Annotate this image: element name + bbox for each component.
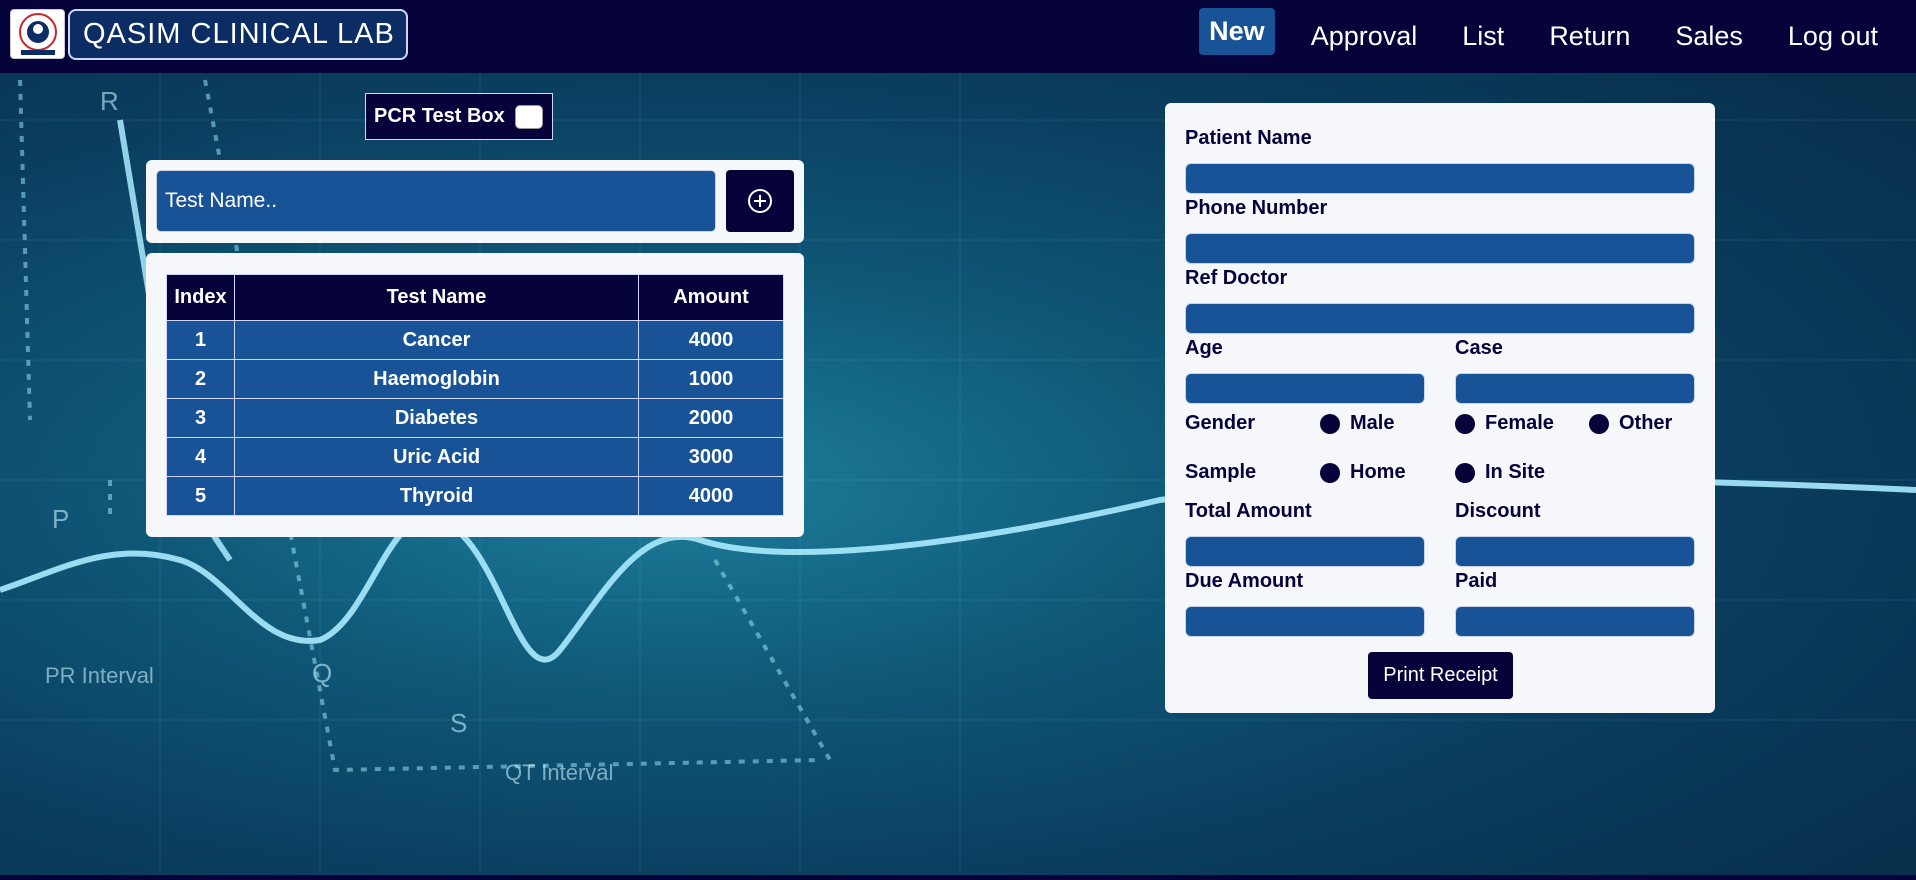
nav-logout[interactable]: Log out — [1788, 15, 1878, 58]
column-header-index: Index — [166, 274, 235, 321]
table-row[interactable]: 3 Diabetes 2000 — [166, 398, 784, 438]
row-test-name: Thyroid — [234, 476, 639, 516]
row-index: 4 — [166, 437, 235, 477]
row-amount: 4000 — [638, 476, 784, 516]
plus-circle-icon — [748, 189, 772, 213]
svg-text:PR Interval: PR Interval — [45, 663, 154, 688]
svg-text:S: S — [450, 708, 467, 738]
paid-label: Paid — [1455, 570, 1498, 592]
row-amount: 1000 — [638, 359, 784, 399]
print-receipt-button[interactable]: Print Receipt — [1368, 652, 1513, 699]
ref-doctor-label: Ref Doctor — [1185, 267, 1288, 289]
pcr-test-checkbox[interactable] — [514, 104, 543, 129]
tests-table: Index Test Name Amount 1 Cancer 4000 2 H… — [166, 274, 784, 516]
sample-label: Sample — [1185, 461, 1257, 483]
column-header-amount: Amount — [638, 274, 784, 321]
phone-number-field[interactable] — [1185, 233, 1695, 264]
nav-sales[interactable]: Sales — [1675, 15, 1743, 58]
lab-brand-title[interactable]: QASIM CLINICAL LAB — [68, 9, 408, 60]
table-row[interactable]: 2 Haemoglobin 1000 — [166, 359, 784, 399]
row-index: 1 — [166, 320, 235, 360]
row-test-name: Diabetes — [234, 398, 639, 438]
row-test-name: Haemoglobin — [234, 359, 639, 399]
add-test-button[interactable] — [726, 170, 794, 232]
sample-home-label: Home — [1350, 461, 1406, 483]
gender-female-label: Female — [1485, 412, 1554, 434]
patient-name-field[interactable] — [1185, 163, 1695, 194]
pcr-test-box: PCR Test Box — [365, 93, 553, 140]
gender-radio-other[interactable]: Other — [1589, 412, 1672, 435]
lab-logo — [10, 9, 65, 59]
phone-number-label: Phone Number — [1185, 197, 1328, 219]
table-header-row: Index Test Name Amount — [166, 274, 784, 321]
table-row[interactable]: 4 Uric Acid 3000 — [166, 437, 784, 477]
svg-text:Q: Q — [312, 658, 332, 688]
pcr-test-label: PCR Test Box — [374, 105, 505, 127]
due-amount-field[interactable] — [1185, 606, 1425, 637]
test-search-panel: Test Name.. — [146, 160, 804, 243]
tests-table-panel: Index Test Name Amount 1 Cancer 4000 2 H… — [146, 253, 804, 537]
paid-field[interactable] — [1455, 606, 1695, 637]
row-index: 5 — [166, 476, 235, 516]
row-amount: 2000 — [638, 398, 784, 438]
gender-radio-female[interactable]: Female — [1455, 412, 1554, 435]
main-nav: New Approval List Return Sales Log out — [1199, 0, 1916, 73]
top-navbar: QASIM CLINICAL LAB New Approval List Ret… — [0, 0, 1916, 73]
nav-list[interactable]: List — [1462, 15, 1504, 58]
radio-dot-icon — [1320, 462, 1340, 483]
row-test-name: Uric Acid — [234, 437, 639, 477]
due-amount-label: Due Amount — [1185, 570, 1304, 592]
table-row[interactable]: 1 Cancer 4000 — [166, 320, 784, 360]
gender-label: Gender — [1185, 412, 1256, 434]
patient-form-panel: Patient Name Phone Number Ref Doctor Age… — [1165, 103, 1715, 713]
ref-doctor-field[interactable] — [1185, 303, 1695, 334]
gender-other-label: Other — [1619, 412, 1673, 434]
case-label: Case — [1455, 337, 1503, 359]
row-test-name: Cancer — [234, 320, 639, 360]
row-amount: 4000 — [638, 320, 784, 360]
radio-dot-icon — [1455, 462, 1475, 483]
age-field[interactable] — [1185, 373, 1425, 404]
patient-name-label: Patient Name — [1185, 127, 1312, 149]
age-label: Age — [1185, 337, 1223, 359]
gender-radio-male[interactable]: Male — [1320, 412, 1394, 435]
radio-dot-icon — [1589, 413, 1609, 434]
nav-new[interactable]: New — [1199, 8, 1275, 55]
nav-approval[interactable]: Approval — [1311, 15, 1418, 58]
row-amount: 3000 — [638, 437, 784, 477]
radio-dot-icon — [1320, 413, 1340, 434]
sample-radio-in-site[interactable]: In Site — [1455, 461, 1545, 484]
row-index: 3 — [166, 398, 235, 438]
gender-male-label: Male — [1350, 412, 1395, 434]
row-index: 2 — [166, 359, 235, 399]
sample-in-site-label: In Site — [1485, 461, 1546, 483]
total-amount-field[interactable] — [1185, 536, 1425, 567]
discount-field[interactable] — [1455, 536, 1695, 567]
svg-text:QT Interval: QT Interval — [505, 760, 613, 785]
radio-dot-icon — [1455, 413, 1475, 434]
svg-text:P: P — [52, 504, 69, 534]
test-name-input[interactable]: Test Name.. — [156, 170, 716, 232]
table-row[interactable]: 5 Thyroid 4000 — [166, 476, 784, 516]
case-field[interactable] — [1455, 373, 1695, 404]
total-amount-label: Total Amount — [1185, 500, 1312, 522]
discount-label: Discount — [1455, 500, 1541, 522]
svg-text:R: R — [100, 86, 119, 116]
sample-radio-home[interactable]: Home — [1320, 461, 1406, 484]
nav-return[interactable]: Return — [1549, 15, 1630, 58]
bottom-strip — [0, 875, 1916, 880]
column-header-test-name: Test Name — [234, 274, 639, 321]
lab-logo-icon — [18, 13, 57, 55]
